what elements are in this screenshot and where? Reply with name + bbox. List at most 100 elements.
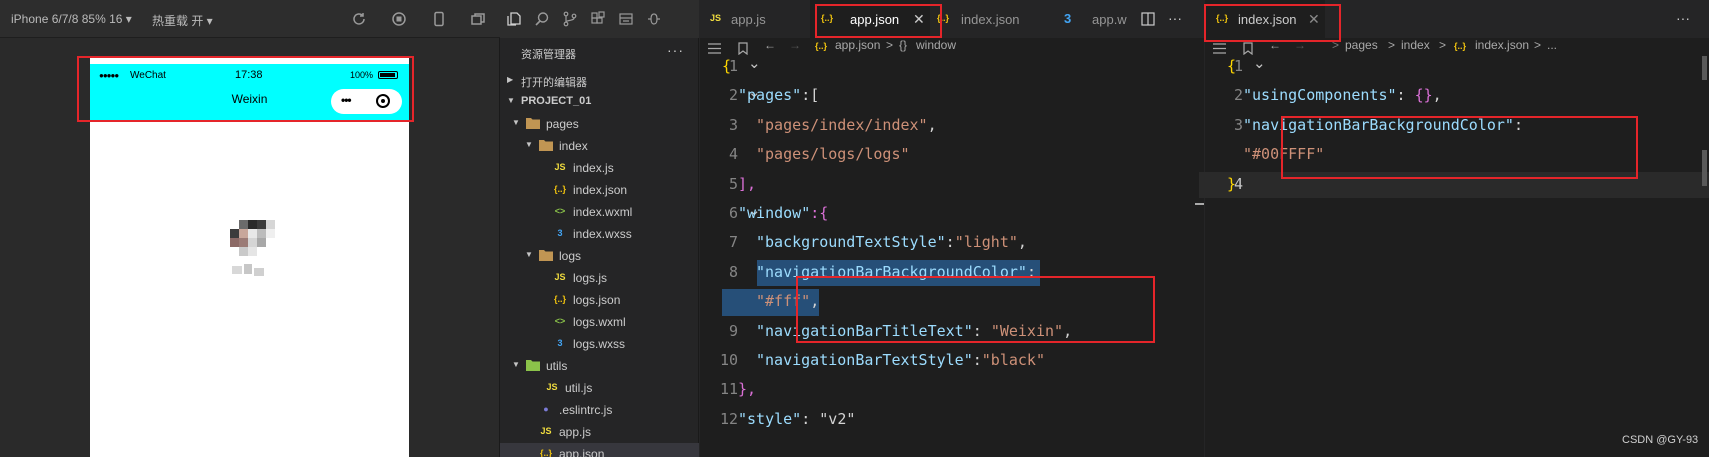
phone-icon[interactable] [431,11,447,27]
back-arrow-icon[interactable]: ← [1269,38,1281,52]
tree-item-app-js[interactable]: JS app.js [500,421,699,443]
more-actions-icon[interactable]: ··· [1168,10,1182,26]
folder-icon [526,359,540,372]
code-line: "pages":[ [738,86,819,115]
back-arrow-icon[interactable]: ← [764,38,776,52]
bookmark-icon[interactable] [738,42,748,55]
tree-item-pages[interactable]: ▼ pages [500,113,699,135]
tree-item-app-json[interactable]: {..} app.json [500,443,699,457]
json-file-icon: {..} [937,13,950,23]
code-token: "usingComponents" [1243,86,1397,105]
breadcrumb-file[interactable]: app.json [835,38,880,52]
status-bar: ●●●●● WeChat 17:38 100% [90,64,409,86]
code-token: }, [738,380,757,399]
fold-chevron-icon[interactable]: ⌄ [748,54,761,72]
tree-item-index-wxml[interactable]: <> index.wxml [500,201,699,223]
open-editors-section[interactable]: ▶ 打开的编辑器 [500,70,699,92]
hot-reload-toggle[interactable]: 热重载 开 ▾ [152,12,213,29]
code-token: : [1396,86,1415,105]
json-file-icon: {..} [815,41,828,51]
list-icon[interactable] [708,43,721,54]
cloud-icon[interactable] [618,11,634,27]
tree-item-logs-json[interactable]: {..} logs.json [500,289,699,311]
tree-item-logs-js[interactable]: JS logs.js [500,267,699,289]
minimap-scroll-marker[interactable] [1702,150,1707,186]
avatar [230,220,282,256]
device-select[interactable]: iPhone 6/7/8 85% 16 ▾ [11,12,132,26]
forward-arrow-icon[interactable]: → [1294,38,1306,52]
phone-screen: ●●●●● WeChat 17:38 100% Weixin ••• [90,57,409,457]
selection-highlight [1199,171,1709,198]
breadcrumb-node[interactable]: window [916,38,956,52]
tree-item-index[interactable]: ▼ index [500,135,699,157]
tab-app-wxss[interactable]: 3 app.w [1052,0,1142,38]
code-line: "backgroundTextStyle":"light", [756,233,1027,262]
line-number: 3 [728,115,738,134]
breadcrumb: ← → > pages > index > {..} index.json > … [1205,38,1709,60]
forward-arrow-icon[interactable]: → [789,38,801,52]
close-tab-icon[interactable]: ✕ [913,11,925,28]
debug-icon[interactable] [646,11,662,27]
tab-app-js[interactable]: JS app.js [700,0,808,38]
bookmark-icon[interactable] [1243,42,1253,55]
tree-item-label: pages [546,117,579,131]
code-token: , [1017,233,1027,252]
code-token: :{ [810,204,829,222]
more-actions-icon[interactable]: ··· [1676,10,1690,26]
fold-chevron-icon[interactable]: ⌄ [1253,54,1266,72]
tree-item-label: utils [546,359,568,373]
window-icon[interactable] [470,11,486,27]
code-line: "pages/index/index", [756,116,937,145]
tree-item-index-js[interactable]: JS index.js [500,157,699,179]
code-line: "#fff", [756,292,819,321]
line-number: 7 [728,233,738,252]
extensions-icon[interactable] [590,11,606,27]
tree-item--eslintrc-js[interactable]: ● .eslintrc.js [500,399,699,421]
menu-capsule[interactable]: ••• [331,89,402,114]
list-icon[interactable] [1213,43,1226,54]
tree-item-logs-wxml[interactable]: <> logs.wxml [500,311,699,333]
chevron-right-icon: ▶ [507,75,514,84]
project-section[interactable]: ▼ PROJECT_01 [500,91,699,113]
code-line: "navigationBarTitleText": "Weixin", [756,322,1072,351]
more-icon[interactable]: ••• [341,93,352,107]
tree-item-label: app.js [559,425,592,439]
simulator-toolbar: iPhone 6/7/8 85% 16 ▾ 热重载 开 ▾ [0,0,500,38]
tab-app-json[interactable]: {..} app.json ✕ [810,0,930,38]
tree-item-index-json[interactable]: {..} index.json [500,179,699,201]
breadcrumb-ellipsis[interactable]: ... [1547,38,1557,52]
source-control-icon[interactable] [562,11,578,27]
breadcrumb-file[interactable]: index.json [1475,38,1529,52]
more-actions-icon[interactable]: ··· [667,42,684,58]
js-file-icon: JS [554,272,566,282]
split-editor-icon[interactable] [1141,12,1155,26]
js-file-icon: JS [540,426,552,436]
code-token: } [1227,174,1237,193]
tab-index-json[interactable]: {..} index.json ✕ [1205,0,1325,38]
js-file-icon: JS [554,162,566,172]
tree-item-util-js[interactable]: JS util.js [500,377,699,399]
tree-item-logs[interactable]: ▼ logs [500,245,699,267]
close-tab-icon[interactable]: ✕ [1308,11,1320,28]
stop-icon[interactable] [391,11,407,27]
breadcrumb-folder-index[interactable]: index [1401,38,1430,52]
code-token: {} [1414,86,1433,105]
folder-icon [526,117,540,130]
tree-item-index-wxss[interactable]: 3 index.wxss [500,223,699,245]
minimap-scroll-marker[interactable] [1702,56,1707,80]
tab-index-json[interactable]: {..} index.json [934,0,1050,38]
code-line: "navigationBarTextStyle":"black" [756,351,1045,380]
refresh-icon[interactable] [351,11,367,27]
tree-item-utils[interactable]: ▼ utils [500,355,699,377]
line-number: 4 [1233,174,1243,193]
search-icon[interactable] [534,11,550,27]
tree-item-label: index.wxss [573,227,632,241]
files-icon[interactable] [506,11,522,27]
close-miniprogram-icon[interactable] [376,94,390,108]
code-token: , [927,115,937,134]
breadcrumb-folder-pages[interactable]: pages [1345,38,1378,52]
activity-bar [500,0,699,38]
breadcrumb-separator: > [886,38,894,52]
tree-item-label: logs.js [573,271,608,285]
tree-item-logs-wxss[interactable]: 3 logs.wxss [500,333,699,355]
